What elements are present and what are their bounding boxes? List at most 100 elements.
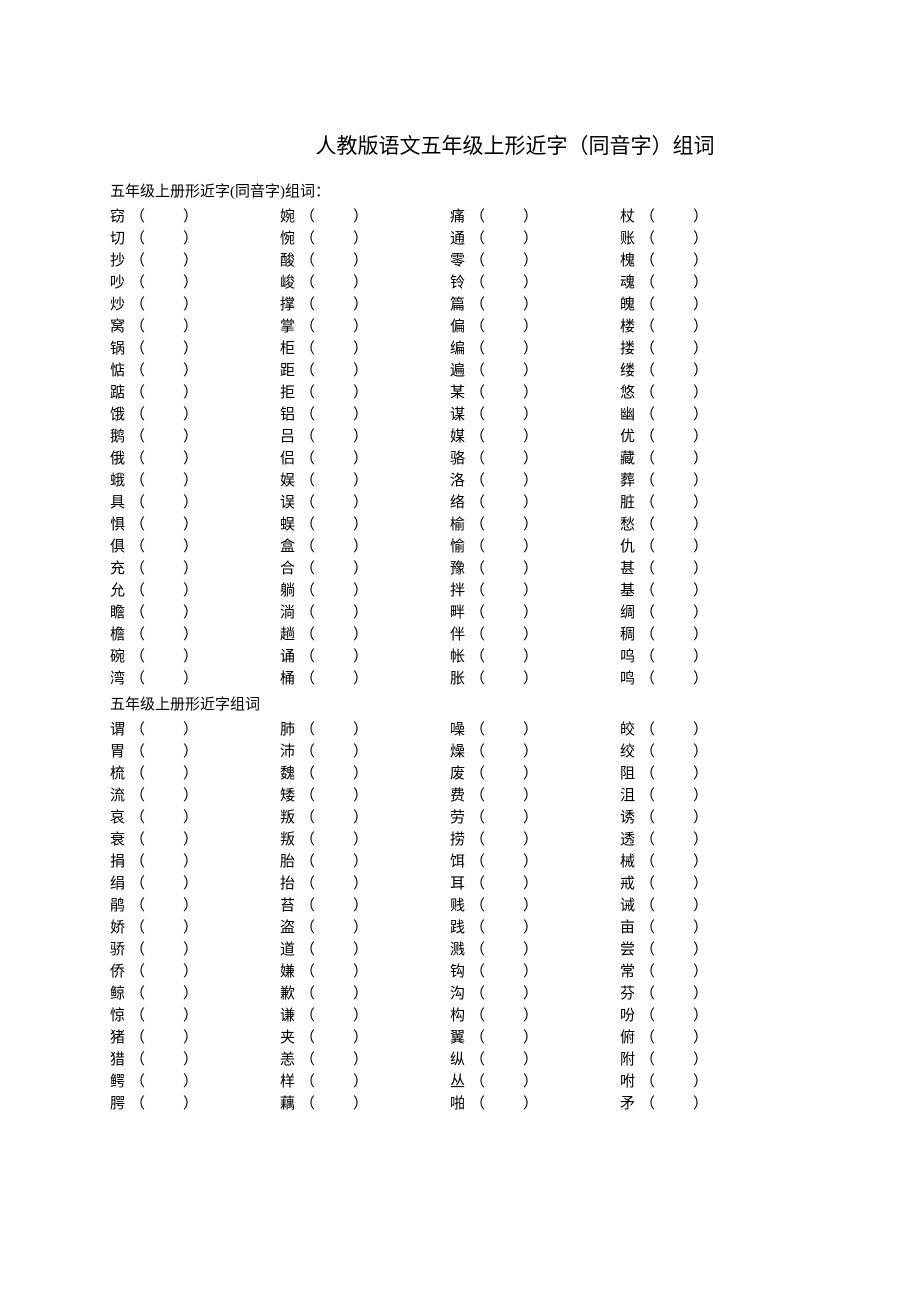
paren-close: ） xyxy=(693,938,708,959)
paren-open: （ xyxy=(470,513,485,534)
char-cell: 撑（） xyxy=(280,293,450,314)
paren-close: ） xyxy=(523,623,538,644)
character: 绢 xyxy=(110,872,128,893)
paren-open: （ xyxy=(640,491,655,512)
character: 贱 xyxy=(450,894,468,915)
character: 婉 xyxy=(280,205,298,226)
char-cell: 误（） xyxy=(280,491,450,512)
char-cell: 甚（） xyxy=(620,557,790,578)
character: 瞻 xyxy=(110,601,128,622)
character: 沮 xyxy=(620,784,638,805)
paren-open: （ xyxy=(300,828,315,849)
character: 脏 xyxy=(620,491,638,512)
paren-open: （ xyxy=(640,513,655,534)
character: 腭 xyxy=(110,1092,128,1113)
paren-open: （ xyxy=(470,645,485,666)
character: 诵 xyxy=(280,645,298,666)
paren-close: ） xyxy=(523,645,538,666)
paren-open: （ xyxy=(470,249,485,270)
character: 藏 xyxy=(620,447,638,468)
character: 柜 xyxy=(280,337,298,358)
character: 侨 xyxy=(110,960,128,981)
char-cell: 蜈（） xyxy=(280,513,450,534)
paren-close: ） xyxy=(183,579,198,600)
paren-open: （ xyxy=(640,762,655,783)
char-row: 鲸（）歉（）沟（）芬（） xyxy=(110,981,860,1003)
paren-open: （ xyxy=(640,557,655,578)
paren-open: （ xyxy=(300,718,315,739)
char-cell: 窃（） xyxy=(110,205,280,226)
character: 铝 xyxy=(280,403,298,424)
char-cell: 槐（） xyxy=(620,249,790,270)
character: 哀 xyxy=(110,806,128,827)
paren-open: （ xyxy=(300,579,315,600)
paren-close: ） xyxy=(693,916,708,937)
paren-close: ） xyxy=(693,762,708,783)
paren-open: （ xyxy=(300,469,315,490)
paren-open: （ xyxy=(470,938,485,959)
paren-close: ） xyxy=(183,718,198,739)
character: 惧 xyxy=(110,513,128,534)
char-cell: 吕（） xyxy=(280,425,450,446)
paren-close: ） xyxy=(353,828,368,849)
paren-open: （ xyxy=(640,667,655,688)
character: 呜 xyxy=(620,645,638,666)
paren-open: （ xyxy=(130,1070,145,1091)
paren-open: （ xyxy=(640,579,655,600)
char-cell: 哀（） xyxy=(110,806,280,827)
paren-open: （ xyxy=(470,982,485,1003)
char-cell: 趟（） xyxy=(280,623,450,644)
char-cell: 杖（） xyxy=(620,205,790,226)
paren-close: ） xyxy=(353,513,368,534)
paren-open: （ xyxy=(640,850,655,871)
character: 鳄 xyxy=(110,1070,128,1091)
paren-open: （ xyxy=(470,579,485,600)
paren-open: （ xyxy=(470,828,485,849)
char-cell: 通（） xyxy=(450,227,620,248)
paren-close: ） xyxy=(183,315,198,336)
paren-close: ） xyxy=(183,938,198,959)
paren-open: （ xyxy=(300,513,315,534)
character: 翼 xyxy=(450,1026,468,1047)
paren-close: ） xyxy=(693,579,708,600)
character: 附 xyxy=(620,1048,638,1069)
character: 透 xyxy=(620,828,638,849)
char-cell: 咐（） xyxy=(620,1070,790,1091)
character: 惋 xyxy=(280,227,298,248)
char-cell: 洛（） xyxy=(450,469,620,490)
paren-close: ） xyxy=(693,718,708,739)
paren-open: （ xyxy=(640,1070,655,1091)
char-cell: 械（） xyxy=(620,850,790,871)
character: 葬 xyxy=(620,469,638,490)
character: 耳 xyxy=(450,872,468,893)
char-cell: 皎（） xyxy=(620,718,790,739)
paren-open: （ xyxy=(300,1048,315,1069)
paren-open: （ xyxy=(640,205,655,226)
paren-close: ） xyxy=(693,740,708,761)
paren-close: ） xyxy=(523,601,538,622)
character: 零 xyxy=(450,249,468,270)
paren-close: ） xyxy=(353,337,368,358)
paren-close: ） xyxy=(353,271,368,292)
char-cell: 谓（） xyxy=(110,718,280,739)
char-row: 俄（）侣（）骆（）藏（） xyxy=(110,446,860,468)
character: 躺 xyxy=(280,579,298,600)
character: 切 xyxy=(110,227,128,248)
paren-close: ） xyxy=(523,513,538,534)
char-row: 哀（）叛（）劳（）诱（） xyxy=(110,805,860,827)
paren-open: （ xyxy=(130,894,145,915)
paren-open: （ xyxy=(640,1092,655,1113)
paren-close: ） xyxy=(523,491,538,512)
char-row: 骄（）道（）溅（）尝（） xyxy=(110,937,860,959)
char-row: 切（）惋（）通（）账（） xyxy=(110,226,860,248)
char-cell: 盒（） xyxy=(280,535,450,556)
character: 钩 xyxy=(450,960,468,981)
paren-close: ） xyxy=(183,645,198,666)
paren-close: ） xyxy=(353,762,368,783)
char-cell: 偏（） xyxy=(450,315,620,336)
paren-close: ） xyxy=(183,557,198,578)
character: 猪 xyxy=(110,1026,128,1047)
paren-close: ） xyxy=(183,872,198,893)
char-row: 碗（）诵（）帐（）呜（） xyxy=(110,644,860,666)
paren-open: （ xyxy=(470,1026,485,1047)
